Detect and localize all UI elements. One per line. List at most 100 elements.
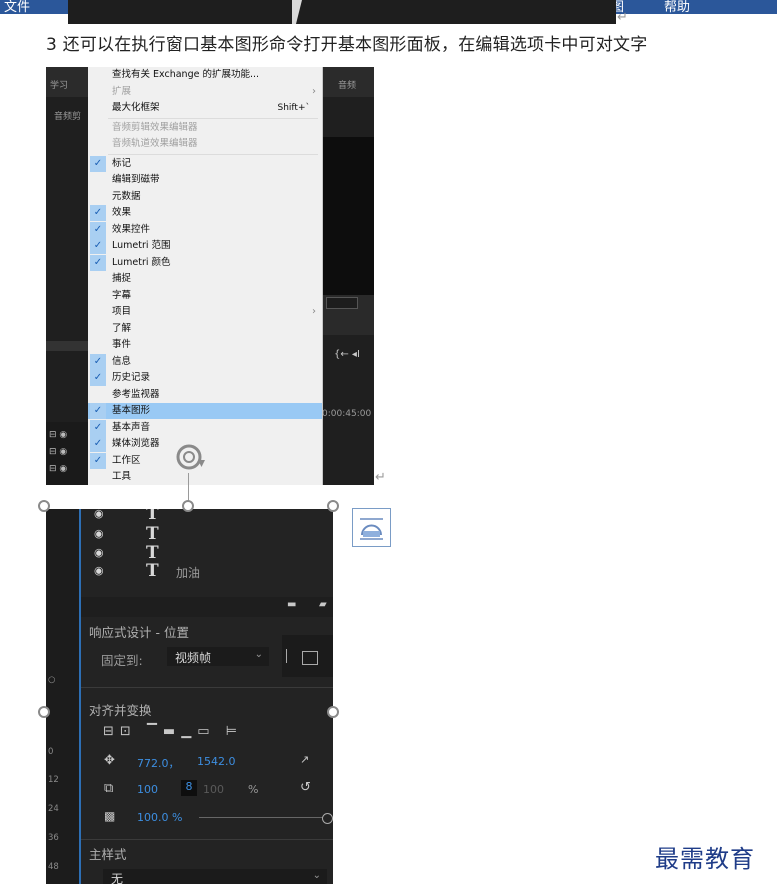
- pin-to-label: 固定到:: [101, 653, 143, 668]
- opacity-value[interactable]: 100.0 %: [137, 811, 182, 824]
- left-tab-audio-clip: 音频剪: [54, 112, 82, 122]
- menu-item[interactable]: ✓ 标记: [88, 155, 322, 172]
- menu-item[interactable]: 项目 ›: [88, 304, 322, 320]
- menu-item[interactable]: ✓ 信息: [88, 353, 322, 370]
- pin-position-widget[interactable]: [282, 635, 333, 677]
- menu-item-label: 工具: [112, 471, 132, 482]
- ribbon-tab[interactable]: 帮助: [664, 0, 690, 14]
- program-monitor: [322, 137, 374, 297]
- ruler-circle-icon: ○: [48, 675, 56, 685]
- checkmark-icon: ✓: [90, 436, 106, 452]
- scale-value[interactable]: 100: [137, 783, 158, 796]
- menu-item[interactable]: ✓ 基本图形: [88, 403, 322, 419]
- checkmark-icon: ✓: [90, 452, 106, 469]
- master-styles-title: 主样式: [89, 847, 127, 862]
- menu-item[interactable]: 编辑到磁带: [88, 172, 322, 188]
- align-buttons[interactable]: ⊟⊡ ▔▬▁▭ ⊨: [103, 724, 243, 739]
- paragraph-mark-top: ↵: [617, 10, 628, 25]
- checkmark-icon: ✓: [90, 403, 106, 419]
- resize-handle-middle-left[interactable]: [38, 706, 50, 718]
- resize-handle-top-middle[interactable]: [182, 500, 194, 512]
- checkmark-icon: ✓: [90, 238, 106, 254]
- menu-item[interactable]: 参考监视器: [88, 387, 322, 403]
- master-style-dropdown[interactable]: 无 ⌄: [103, 869, 327, 884]
- menu-item[interactable]: ✓ 效果: [88, 205, 322, 221]
- menu-item-label: 标记: [112, 157, 132, 169]
- monitor-dropdown[interactable]: [326, 297, 358, 309]
- rotation-icon: ↺: [300, 780, 311, 795]
- menu-separator: [108, 117, 318, 119]
- text-layer-icon: T: [146, 561, 159, 581]
- resize-handle-top-right[interactable]: [327, 500, 339, 512]
- new-layer-icon[interactable]: ▰: [319, 599, 327, 610]
- menu-item-label: 事件: [112, 339, 132, 350]
- menu-item[interactable]: ✓ 效果控件: [88, 221, 322, 238]
- layer-toolbar: ▬ ▰: [81, 597, 333, 617]
- position-x-value[interactable]: 772.0，: [137, 755, 180, 771]
- scale-linked-value: 100: [203, 783, 224, 796]
- checkmark-icon: ✓: [90, 221, 106, 238]
- position-y-value[interactable]: 1542.0: [197, 755, 236, 768]
- menu-item: 音频剪辑效果编辑器: [88, 120, 322, 136]
- instruction-text: 3 还可以在执行窗口基本图形命令打开基本图形面板，在编辑选项卡中可对文字: [46, 35, 648, 55]
- layout-options-icon[interactable]: [352, 508, 391, 547]
- menu-item-label: 历史记录: [112, 372, 151, 383]
- anchor-icon: ↗: [300, 753, 310, 766]
- menu-item[interactable]: ✓ Lumetri 范围: [88, 238, 322, 254]
- playback-controls[interactable]: {← ◂I: [334, 349, 360, 360]
- menu-item-label: 音频轨道效果编辑器: [112, 138, 198, 149]
- menu-item[interactable]: ✓ 基本声音: [88, 419, 322, 436]
- menu-item[interactable]: 事件: [88, 337, 322, 353]
- chevron-right-icon: ›: [312, 85, 316, 97]
- eye-icon[interactable]: ◉: [94, 564, 104, 577]
- menu-item[interactable]: ✓ Lumetri 颜色: [88, 254, 322, 271]
- checkmark-icon: ✓: [90, 353, 106, 370]
- position-icon: ✥: [104, 753, 115, 768]
- eye-icon[interactable]: ◉: [94, 546, 104, 559]
- checkmark-icon: ✓: [90, 370, 106, 386]
- menu-item[interactable]: 最大化框架 Shift+`: [88, 100, 322, 116]
- window-dropdown-menu: 查找有关 Exchange 的扩展功能... 扩展 › 最大化框架 Shift+` 音频剪…: [88, 67, 323, 485]
- window-menu-screenshot: 学习 音频剪 音频 {← ◂I 0:00:45:00 ⊟ ◉ ⊟ ◉ ⊟ ◉ 查找有…: [46, 67, 374, 485]
- menu-item-label: 媒体浏览器: [112, 438, 160, 449]
- menu-item-label: 编辑到磁带: [112, 174, 160, 185]
- pin-left-edge[interactable]: [286, 649, 287, 663]
- pin-to-dropdown[interactable]: 视频帧 ⌄: [167, 647, 269, 666]
- menu-item[interactable]: ✓ 历史记录: [88, 370, 322, 386]
- menu-item: 音频轨道效果编辑器: [88, 136, 322, 152]
- menu-item[interactable]: 查找有关 Exchange 的扩展功能...: [88, 67, 322, 83]
- menu-item[interactable]: 了解: [88, 321, 322, 337]
- paragraph-mark: ↵: [375, 470, 386, 485]
- ruler-label-36: 36: [48, 833, 59, 843]
- rotate-handle-icon[interactable]: [172, 440, 206, 474]
- previous-image-edge: [68, 0, 616, 24]
- menu-item-label: 扩展: [112, 85, 132, 97]
- ribbon-tab[interactable]: 文件: [4, 0, 30, 14]
- menu-item-label: 信息: [112, 355, 132, 367]
- timeline-timecode: 0:00:45:00: [322, 409, 372, 419]
- opacity-slider-thumb[interactable]: [322, 813, 333, 824]
- ruler-label-48: 48: [48, 862, 59, 872]
- ruler-label-12: 12: [48, 775, 59, 785]
- menu-item[interactable]: 捕捉: [88, 271, 322, 287]
- left-scrollbar[interactable]: [46, 341, 88, 351]
- text-layer-icon: T: [146, 543, 159, 563]
- menu-item-label: 查找有关 Exchange 的扩展功能...: [112, 69, 260, 80]
- opacity-slider-track[interactable]: [199, 817, 327, 818]
- resize-handle-middle-right[interactable]: [327, 706, 339, 718]
- watermark-logo: 最需教育: [655, 845, 755, 873]
- eye-icon[interactable]: ◉: [94, 509, 104, 520]
- eye-icon[interactable]: ◉: [94, 527, 104, 540]
- menu-item[interactable]: 字幕: [88, 288, 322, 304]
- pin-center-box[interactable]: [302, 651, 318, 665]
- menu-item-label: 捕捉: [112, 273, 132, 284]
- menu-separator: [108, 153, 318, 155]
- chevron-right-icon: ›: [312, 306, 316, 317]
- chevron-down-icon: ⌄: [254, 649, 263, 660]
- resize-handle-top-left[interactable]: [38, 500, 50, 512]
- checkmark-icon: ✓: [90, 155, 106, 172]
- menu-item[interactable]: 元数据: [88, 189, 322, 205]
- essential-graphics-screenshot: ○ 0 12 24 36 48 ◉ T ◉ T ◉ T ◉ T 加油 ▬ ▰ 响…: [46, 509, 333, 884]
- link-icon[interactable]: 8: [181, 780, 197, 796]
- folder-icon[interactable]: ▬: [287, 599, 296, 610]
